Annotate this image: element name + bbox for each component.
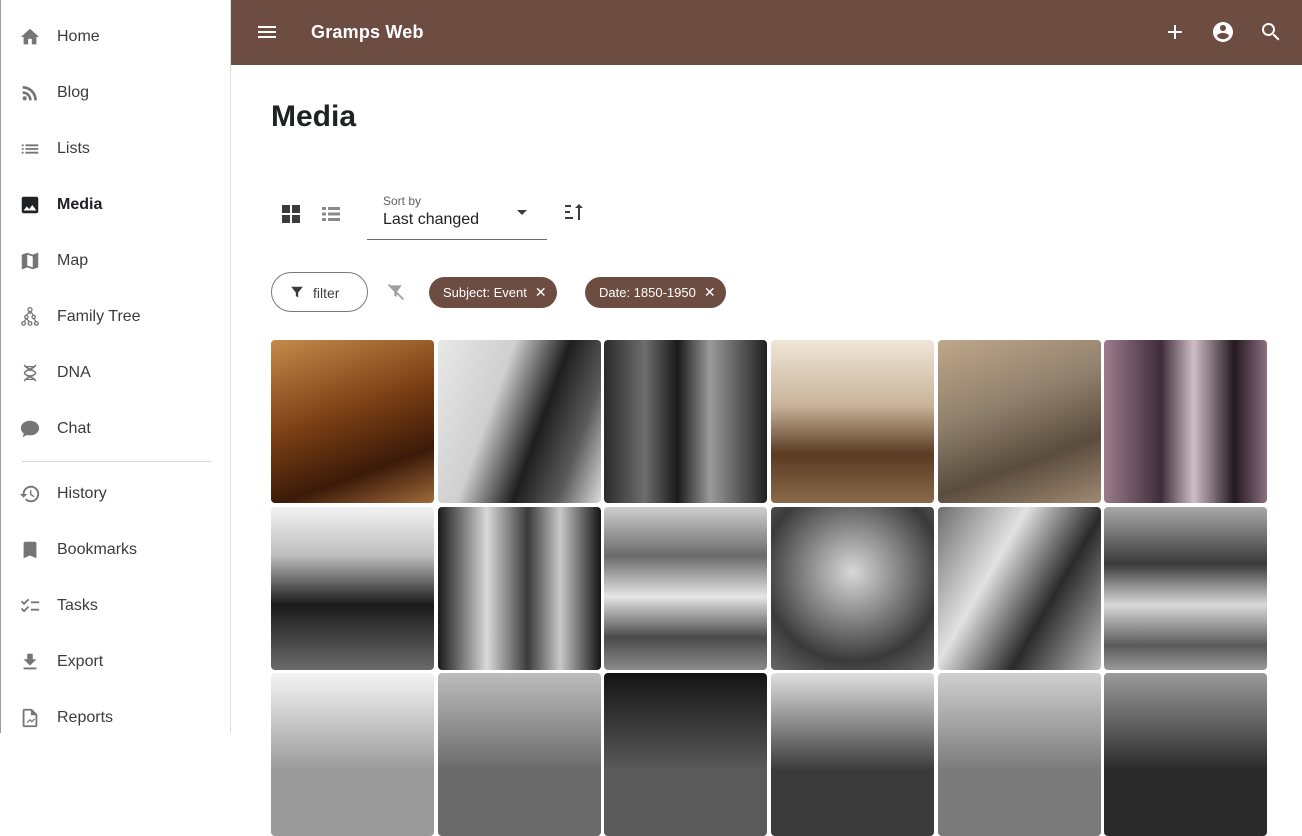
media-thumbnail[interactable]	[438, 507, 601, 670]
sidebar-item-label: Reports	[57, 709, 114, 726]
sort-select[interactable]: Sort by Last changed	[367, 188, 547, 240]
sidebar-item-history[interactable]: History	[1, 466, 230, 522]
menu-icon[interactable]	[255, 20, 279, 44]
chip-remove-icon[interactable]: ✕	[535, 284, 547, 301]
chip-remove-icon[interactable]: ✕	[704, 284, 716, 301]
sidebar-item-label: History	[57, 485, 107, 502]
sidebar: Home Blog Lists Media Map Family Tree DN…	[0, 0, 231, 733]
sidebar-divider	[22, 461, 211, 462]
dna-icon	[19, 362, 41, 384]
media-thumbnail[interactable]	[938, 507, 1101, 670]
media-thumbnail[interactable]	[771, 507, 934, 670]
sidebar-item-label: Lists	[57, 140, 90, 157]
home-icon	[19, 26, 41, 48]
media-thumbnail[interactable]	[1104, 673, 1267, 836]
sidebar-item-chat[interactable]: Chat	[1, 401, 230, 457]
sidebar-item-label: Chat	[57, 420, 91, 437]
media-thumbnail[interactable]	[1104, 340, 1267, 503]
list-view-icon[interactable]	[319, 202, 343, 226]
chip-label: Date: 1850-1950	[599, 285, 696, 300]
media-thumbnail[interactable]	[604, 673, 767, 836]
rss-icon	[19, 82, 41, 104]
filter-off-icon[interactable]	[386, 282, 406, 302]
sidebar-item-lists[interactable]: Lists	[1, 121, 230, 177]
media-thumbnail[interactable]	[938, 673, 1101, 836]
app-title: Gramps Web	[311, 22, 424, 42]
media-thumbnail[interactable]	[604, 507, 767, 670]
sidebar-item-tasks[interactable]: Tasks	[1, 578, 230, 634]
search-icon[interactable]	[1259, 20, 1283, 44]
sidebar-item-label: Map	[57, 252, 89, 269]
download-icon	[19, 651, 41, 673]
map-icon	[19, 250, 41, 272]
add-icon[interactable]	[1163, 20, 1187, 44]
media-thumbnail[interactable]	[1104, 507, 1267, 670]
sidebar-item-map[interactable]: Map	[1, 233, 230, 289]
sort-value: Last changed	[383, 211, 480, 228]
filter-button[interactable]: filter	[271, 272, 368, 312]
sidebar-item-label: Export	[57, 653, 104, 670]
sidebar-item-label: Family Tree	[57, 308, 141, 325]
sidebar-item-label: Bookmarks	[57, 541, 138, 558]
grid-view-icon[interactable]	[279, 202, 303, 226]
sort-caption: Sort by	[383, 194, 422, 208]
sidebar-item-label: DNA	[57, 364, 91, 381]
chat-icon	[19, 418, 41, 440]
account-icon[interactable]	[1211, 20, 1235, 44]
sidebar-item-blog[interactable]: Blog	[1, 65, 230, 121]
media-thumbnail[interactable]	[271, 673, 434, 836]
sort-direction-icon[interactable]	[563, 200, 587, 224]
report-icon	[19, 707, 41, 729]
media-thumbnail[interactable]	[604, 340, 767, 503]
sidebar-item-export[interactable]: Export	[1, 634, 230, 690]
image-icon	[19, 194, 41, 216]
media-thumbnail[interactable]	[771, 673, 934, 836]
media-thumbnail[interactable]	[938, 340, 1101, 503]
sidebar-item-label: Blog	[57, 84, 90, 101]
sidebar-item-reports[interactable]: Reports	[1, 690, 230, 733]
list-icon	[19, 138, 41, 160]
bookmark-icon	[19, 539, 41, 561]
page-title: Media	[271, 100, 357, 133]
media-thumbnail[interactable]	[438, 340, 601, 503]
sidebar-item-media[interactable]: Media	[1, 177, 230, 233]
sidebar-item-dna[interactable]: DNA	[1, 345, 230, 401]
family-tree-icon	[19, 306, 41, 328]
app-bar: Gramps Web	[231, 0, 1302, 65]
media-thumbnail[interactable]	[271, 507, 434, 670]
sidebar-item-home[interactable]: Home	[1, 9, 230, 65]
filter-icon	[290, 285, 304, 299]
filter-chip-subject[interactable]: Subject: Event ✕	[429, 277, 557, 308]
sidebar-item-bookmarks[interactable]: Bookmarks	[1, 522, 230, 578]
sidebar-item-label: Tasks	[57, 597, 98, 614]
filter-label: filter	[313, 285, 340, 301]
dropdown-arrow-icon	[517, 210, 527, 215]
sidebar-item-label: Media	[57, 196, 103, 213]
history-icon	[19, 483, 41, 505]
sidebar-item-label: Home	[57, 28, 100, 45]
media-thumbnail[interactable]	[271, 340, 434, 503]
sidebar-item-family-tree[interactable]: Family Tree	[1, 289, 230, 345]
filter-chip-date[interactable]: Date: 1850-1950 ✕	[585, 277, 726, 308]
tasks-icon	[19, 595, 41, 617]
media-thumbnail[interactable]	[771, 340, 934, 503]
chip-label: Subject: Event	[443, 285, 527, 300]
media-thumbnail[interactable]	[438, 673, 601, 836]
